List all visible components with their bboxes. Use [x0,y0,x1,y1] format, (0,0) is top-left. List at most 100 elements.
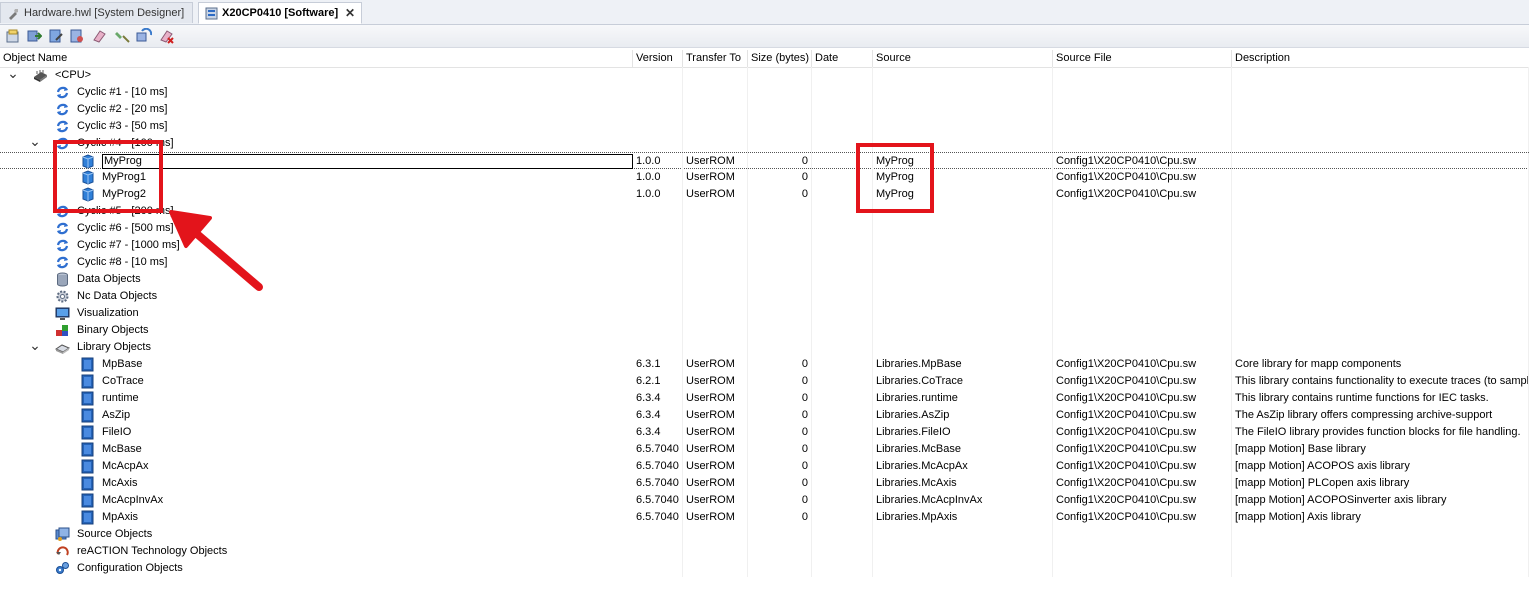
object-name-editor[interactable]: MyProg [102,154,633,169]
tree-row[interactable]: Cyclic #3 - [50 ms] [0,118,1529,135]
version-cell: 6.3.4 [633,390,683,407]
expand-toggle-icon[interactable]: ⌄ [29,134,41,152]
column-header-description[interactable]: Description [1232,50,1529,67]
tree-row[interactable]: CoTrace 6.2.1 UserROM 0 Libraries.CoTrace Con… [0,373,1529,390]
tree-row[interactable]: Cyclic #1 - [10 ms] [0,84,1529,101]
object-name: runtime [102,392,139,404]
data-objects-icon [55,272,70,287]
column-header-source[interactable]: Source [873,50,1053,67]
description-cell [1232,254,1529,271]
tree-row[interactable]: ⌄ <CPU> [0,66,1529,84]
object-name-cell[interactable]: Library Objects [54,339,151,356]
object-name-cell[interactable]: McAcpInvAx [80,492,163,509]
tree-row[interactable]: Nc Data Objects [0,288,1529,305]
move-icon[interactable] [114,28,130,44]
source-file-cell [1053,237,1232,254]
object-name-cell[interactable]: Binary Objects [55,322,149,339]
object-name-cell[interactable]: MpAxis [80,509,138,526]
tree-row[interactable]: Visualization [0,305,1529,322]
version-cell [633,203,683,220]
tree-row[interactable]: reACTION Technology Objects [0,543,1529,560]
tree-row[interactable]: MpBase 6.3.1 UserROM 0 Libraries.MpBase Confi… [0,356,1529,373]
source-file-cell [1053,220,1232,237]
object-name-cell[interactable]: Source Objects [55,526,152,543]
date-cell [812,543,873,560]
size-cell [748,101,812,118]
build-icon[interactable] [69,28,85,44]
column-header-date[interactable]: Date [812,50,873,67]
object-name-cell[interactable]: Cyclic #7 - [1000 ms] [55,237,180,254]
tree-row[interactable]: Cyclic #7 - [1000 ms] [0,237,1529,254]
date-cell [812,254,873,271]
object-name-cell[interactable]: Cyclic #1 - [10 ms] [55,84,167,101]
object-name-cell[interactable]: <CPU> [33,67,91,84]
column-header-transfer[interactable]: Transfer To [683,50,748,67]
tab-hardware[interactable]: Hardware.hwl [System Designer] [0,2,193,23]
tree-row[interactable]: Cyclic #5 - [200 ms] [0,203,1529,220]
cyclic-icon [55,102,70,117]
tab-software[interactable]: X20CP0410 [Software] ✕ [198,2,362,24]
description-cell [1232,322,1529,339]
tree-row[interactable]: MyProg2 1.0.0 UserROM 0 MyProg Config1\X20CP0… [0,186,1529,203]
expand-toggle-icon[interactable]: ⌄ [29,338,41,356]
tree-row[interactable]: FileIO 6.3.4 UserROM 0 Libraries.FileIO Confi… [0,424,1529,441]
object-name-cell[interactable]: MpBase [80,356,142,373]
tree-row[interactable]: ⌄ Cyclic #4 - [100 ms] [0,134,1529,152]
object-name-cell[interactable]: Data Objects [55,271,141,288]
tree-row[interactable]: McAcpInvAx 6.5.7040 UserROM 0 Libraries.McAc… [0,492,1529,509]
close-tab-icon[interactable]: ✕ [345,6,355,20]
tree-row[interactable]: MyProg 1.0.0 UserROM 0 MyProg Config1\X20CP04… [0,152,1529,170]
add-object-icon[interactable] [5,28,21,44]
transfer-icon[interactable] [26,28,42,44]
tree-row[interactable]: Binary Objects [0,322,1529,339]
tree-row[interactable]: MpAxis 6.5.7040 UserROM 0 Libraries.MpAxis Co… [0,509,1529,526]
clear-icon[interactable] [91,28,107,44]
object-name-cell[interactable]: CoTrace [80,373,144,390]
object-name-cell[interactable]: Visualization [55,305,139,322]
object-name-cell[interactable]: McBase [80,441,142,458]
tree-row[interactable]: Cyclic #8 - [10 ms] [0,254,1529,271]
object-name-cell[interactable]: Configuration Objects [55,560,183,577]
size-cell [748,288,812,305]
object-name-cell[interactable]: McAcpAx [80,458,148,475]
description-cell [1232,118,1529,135]
object-name-cell[interactable]: runtime [80,390,139,407]
delete-icon[interactable] [158,28,174,44]
tree-row[interactable]: McBase 6.5.7040 UserROM 0 Libraries.McBase Co… [0,441,1529,458]
tree-row[interactable]: Source Objects [0,526,1529,543]
column-header-size[interactable]: Size (bytes) [748,50,812,67]
object-name-cell[interactable]: McAxis [80,475,137,492]
tree-row[interactable]: MyProg1 1.0.0 UserROM 0 MyProg Config1\X20CP0… [0,169,1529,186]
description-cell [1232,543,1529,560]
date-cell [812,441,873,458]
hardware-icon [9,8,18,20]
object-name-cell[interactable]: Cyclic #3 - [50 ms] [55,118,167,135]
tree-row[interactable]: Cyclic #6 - [500 ms] [0,220,1529,237]
edit-icon[interactable] [48,28,64,44]
description-cell: [mapp Motion] PLCopen axis library [1232,475,1529,492]
tree-row[interactable]: McAcpAx 6.5.7040 UserROM 0 Libraries.McAcpAx… [0,458,1529,475]
sync-icon[interactable] [136,28,152,44]
object-name-cell[interactable]: Cyclic #6 - [500 ms] [55,220,174,237]
tree-row[interactable]: runtime 6.3.4 UserROM 0 Libraries.runtime Con… [0,390,1529,407]
tree-row[interactable]: McAxis 6.5.7040 UserROM 0 Libraries.McAxis Co… [0,475,1529,492]
object-name-cell[interactable]: FileIO [80,424,131,441]
column-header-version[interactable]: Version [633,50,683,67]
source-file-cell: Config1\X20CP0410\Cpu.sw [1053,407,1232,424]
date-cell [812,84,873,101]
tree-row[interactable]: ⌄ Library Objects [0,338,1529,356]
column-header-name[interactable]: Object Name [0,50,633,67]
toolbar [0,25,1529,48]
object-name-cell[interactable]: AsZip [80,407,130,424]
tree-row[interactable]: Cyclic #2 - [20 ms] [0,101,1529,118]
object-name-cell[interactable]: Cyclic #8 - [10 ms] [55,254,167,271]
object-name-cell[interactable]: Nc Data Objects [55,288,157,305]
expand-toggle-icon[interactable]: ⌄ [7,66,19,84]
tree-row[interactable]: Configuration Objects [0,560,1529,577]
date-cell [812,271,873,288]
tree-row[interactable]: AsZip 6.3.4 UserROM 0 Libraries.AsZip Config1… [0,407,1529,424]
tree-row[interactable]: Data Objects [0,271,1529,288]
object-name-cell[interactable]: reACTION Technology Objects [55,543,227,560]
column-header-source-file[interactable]: Source File [1053,50,1232,67]
object-name-cell[interactable]: Cyclic #2 - [20 ms] [55,101,167,118]
